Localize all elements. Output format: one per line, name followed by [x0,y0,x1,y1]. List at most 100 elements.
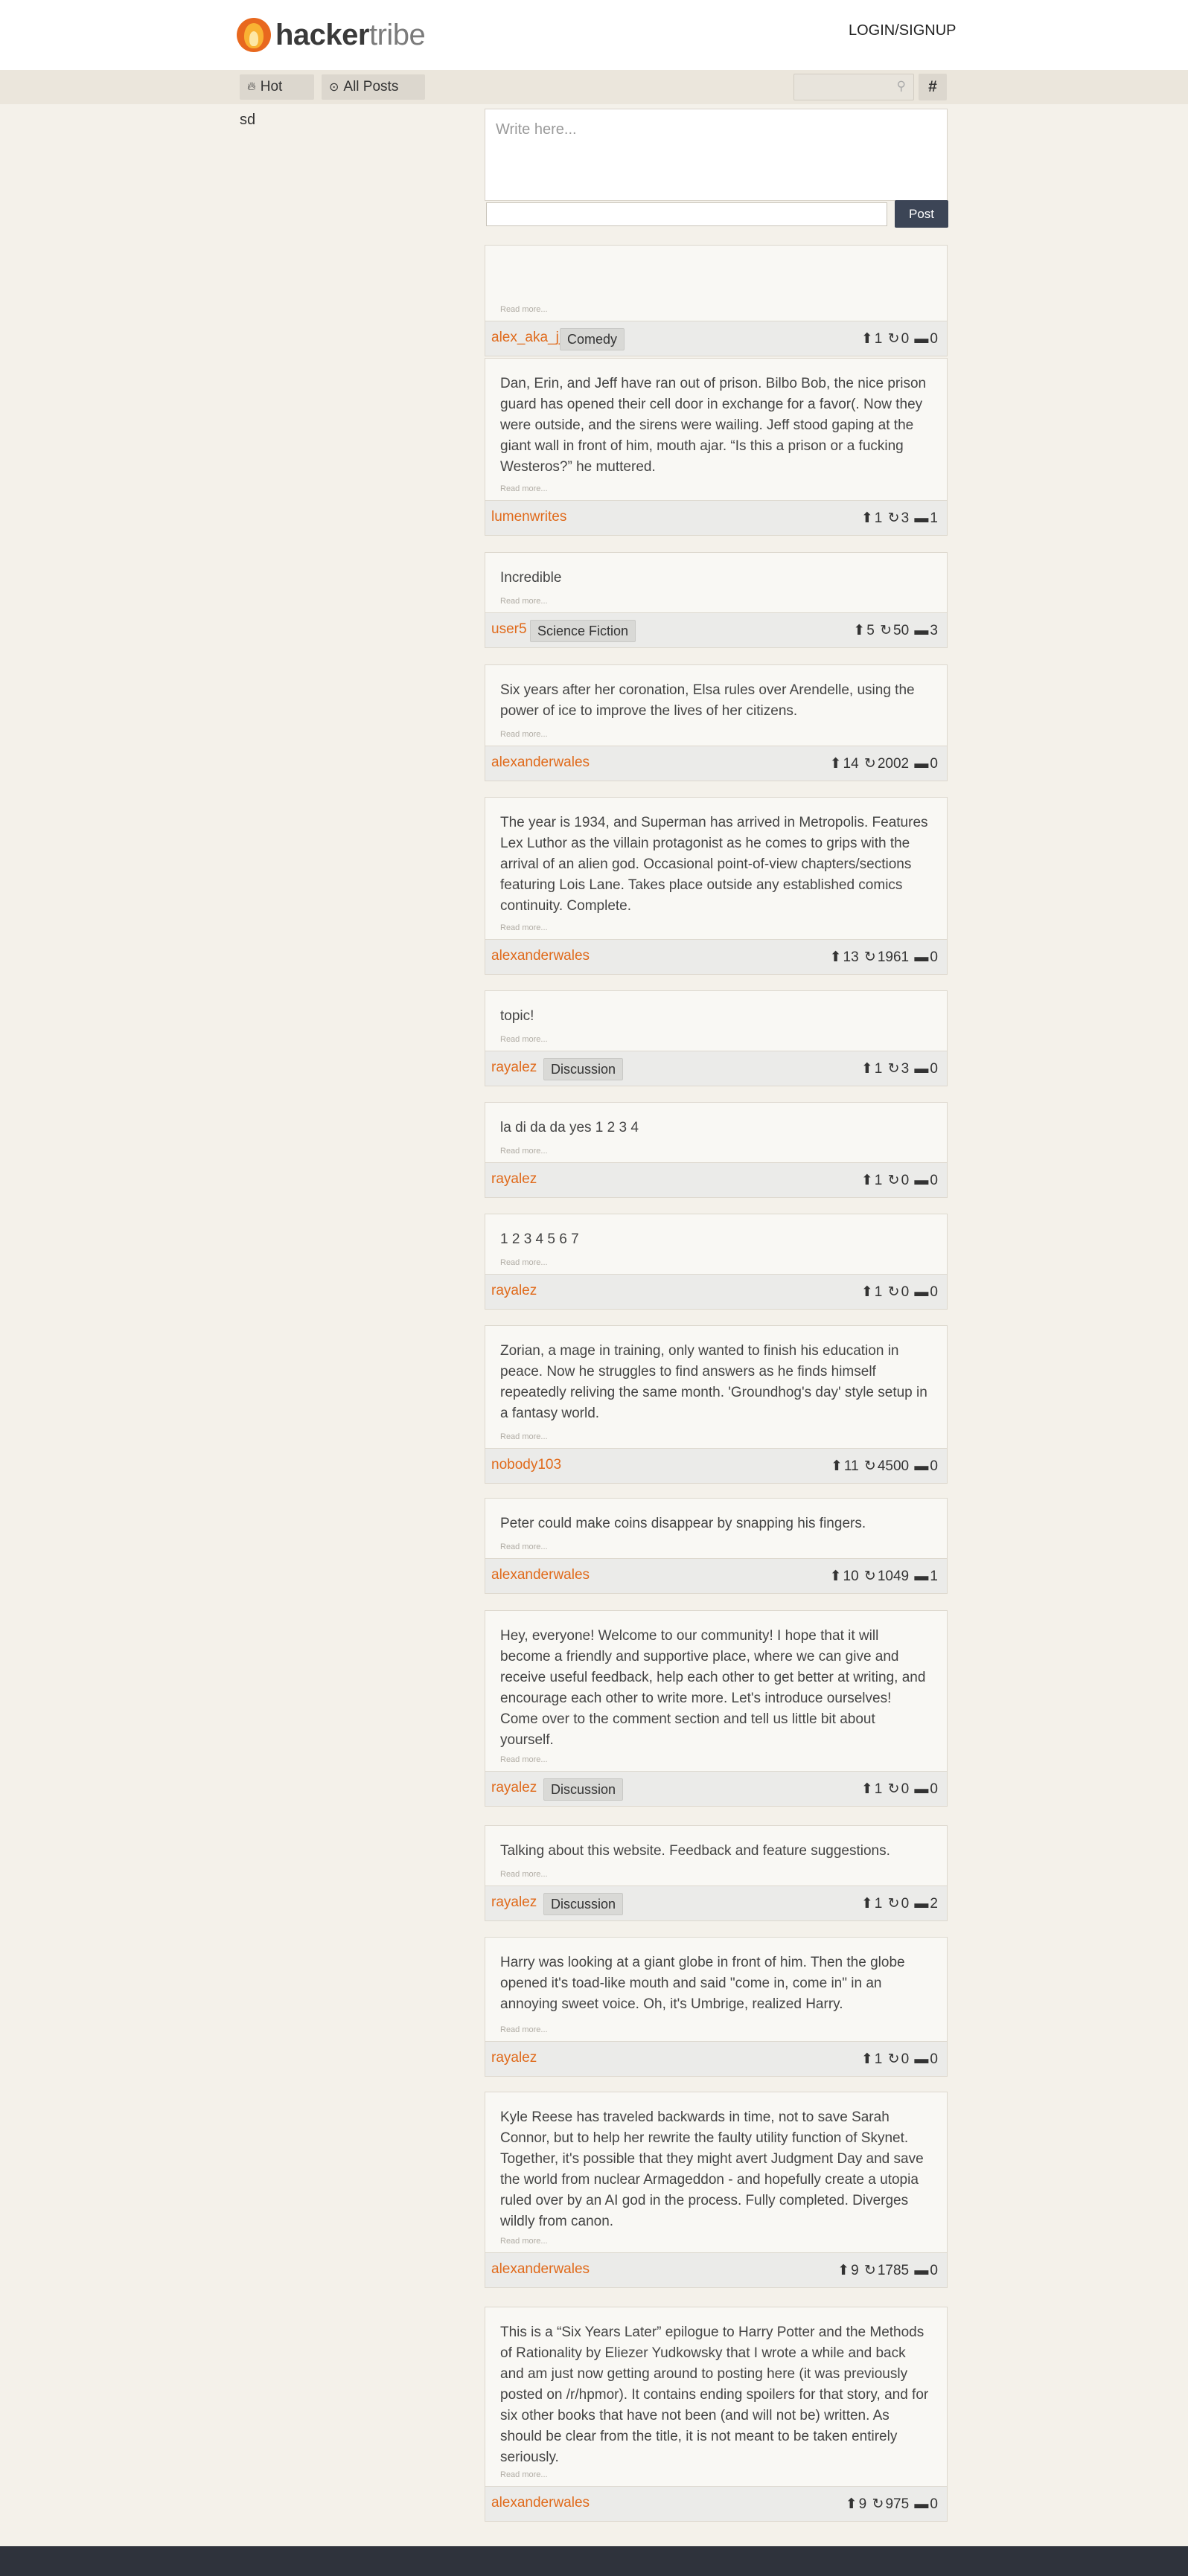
post-card[interactable]: Six years after her coronation, Elsa rul… [485,664,948,781]
comment-icon[interactable]: ▬ [910,949,928,965]
upvote-icon[interactable]: ⬆ [853,623,865,638]
post-tag[interactable]: Discussion [543,1893,624,1915]
comment-icon[interactable]: ▬ [910,1458,928,1474]
login-signup-link[interactable]: LOGIN/SIGNUP [849,22,956,39]
post-card[interactable]: Incredible Read more... user5 Science Ficti… [485,552,948,648]
post-card[interactable]: Peter could make coins disappear by snap… [485,1498,948,1594]
post-author-link[interactable]: lumenwrites [491,509,566,525]
comment-icon[interactable]: ▬ [910,331,928,347]
repost-icon[interactable]: ↻ [884,1061,900,1077]
post-author-link[interactable]: rayalez [491,2050,537,2066]
upvote-icon[interactable]: ⬆ [830,756,842,772]
upvote-icon[interactable]: ⬆ [830,949,842,965]
upvote-icon[interactable]: ⬆ [861,1173,873,1188]
hot-tab[interactable]: 🔥︎ Hot [240,74,314,100]
upvote-icon[interactable]: ⬆ [861,331,873,347]
post-author-link[interactable]: rayalez [491,1894,537,1911]
read-more-link[interactable]: Read more... [500,1432,548,1441]
post-author-link[interactable]: user5 [491,621,527,638]
read-more-link[interactable]: Read more... [500,1035,548,1044]
upvote-icon[interactable]: ⬆ [861,1284,873,1300]
read-more-link[interactable]: Read more... [500,597,548,606]
post-author-link[interactable]: rayalez [491,1060,537,1076]
repost-icon[interactable]: ↻ [884,1781,900,1797]
read-more-link[interactable]: Read more... [500,1542,548,1551]
comment-icon[interactable]: ▬ [910,756,928,772]
comment-icon[interactable]: ▬ [910,2263,928,2278]
read-more-link[interactable]: Read more... [500,1870,548,1879]
post-card[interactable]: la di da da yes 1 2 3 4 Read more... rayal… [485,1102,948,1198]
read-more-link[interactable]: Read more... [500,730,548,739]
all-posts-tab[interactable]: ⊙ All Posts [322,74,425,100]
comment-icon[interactable]: ▬ [910,1781,928,1797]
upvote-icon[interactable]: ⬆ [861,1896,873,1912]
post-author-link[interactable]: alexanderwales [491,1567,590,1583]
post-author-link[interactable]: alex_aka_jj [491,330,562,346]
post-author-link[interactable]: rayalez [491,1780,537,1796]
comment-icon[interactable]: ▬ [910,1173,928,1188]
post-author-link[interactable]: alexanderwales [491,2495,590,2511]
repost-icon[interactable]: ↻ [884,1173,900,1188]
comment-icon[interactable]: ▬ [910,1896,928,1912]
repost-icon[interactable]: ↻ [884,510,900,526]
repost-icon[interactable]: ↻ [884,331,900,347]
read-more-link[interactable]: Read more... [500,2025,548,2034]
upvote-icon[interactable]: ⬆ [846,2496,858,2512]
post-author-link[interactable]: alexanderwales [491,754,590,771]
post-card[interactable]: Hey, everyone! Welcome to our community!… [485,1610,948,1807]
hashtag-button[interactable]: # [919,74,947,100]
repost-icon[interactable]: ↻ [860,2263,876,2278]
upvote-icon[interactable]: ⬆ [861,1781,873,1797]
read-more-link[interactable]: Read more... [500,2470,548,2479]
repost-icon[interactable]: ↻ [860,949,876,965]
post-author-link[interactable]: nobody103 [491,1457,561,1473]
read-more-link[interactable]: Read more... [500,1258,548,1267]
comment-icon[interactable]: ▬ [910,1284,928,1300]
repost-icon[interactable]: ↻ [876,623,892,638]
post-tag[interactable]: Discussion [543,1778,624,1801]
comment-icon[interactable]: ▬ [910,2496,928,2512]
upvote-icon[interactable]: ⬆ [861,2051,873,2067]
post-tag[interactable]: Comedy [560,328,625,350]
comment-icon[interactable]: ▬ [910,2051,928,2067]
search-input[interactable]: ⚲ [793,74,914,100]
post-card[interactable]: Dan, Erin, and Jeff have ran out of pris… [485,358,948,536]
post-author-link[interactable]: rayalez [491,1283,537,1299]
comment-icon[interactable]: ▬ [910,1061,928,1077]
post-tag[interactable]: Discussion [543,1058,624,1080]
upvote-icon[interactable]: ⬆ [861,510,873,526]
post-card[interactable]: Zorian, a mage in training, only wanted … [485,1325,948,1484]
post-card[interactable]: Talking about this website. Feedback and… [485,1825,948,1921]
post-card[interactable]: topic! Read more... rayalez Discussion ⬆ 1 ↻ 3… [485,990,948,1086]
repost-icon[interactable]: ↻ [884,2051,900,2067]
repost-icon[interactable]: ↻ [884,1896,900,1912]
post-card[interactable]: Read more... alex_aka_jj Comedy ⬆ 1 ↻ 0 ▬ 0 [485,245,948,356]
post-card[interactable]: 1 2 3 4 5 6 7 Read more... rayalez ⬆ 1 ↻ 0 ▬ 0 [485,1214,948,1310]
comment-icon[interactable]: ▬ [910,510,928,526]
repost-icon[interactable]: ↻ [860,1569,876,1584]
site-logo[interactable]: hackertribe [237,17,426,53]
upvote-icon[interactable]: ⬆ [831,1458,843,1474]
post-card[interactable]: Harry was looking at a giant globe in fr… [485,1937,948,2077]
upvote-icon[interactable]: ⬆ [861,1061,873,1077]
read-more-link[interactable]: Read more... [500,1755,548,1764]
post-author-link[interactable]: alexanderwales [491,948,590,964]
post-button[interactable]: Post [895,200,948,228]
comment-icon[interactable]: ▬ [910,623,928,638]
post-title-input[interactable] [486,202,887,226]
upvote-icon[interactable]: ⬆ [830,1569,842,1584]
post-author-link[interactable]: rayalez [491,1171,537,1188]
post-card[interactable]: This is a “Six Years Later” epilogue to … [485,2307,948,2522]
repost-icon[interactable]: ↻ [860,1458,876,1474]
post-tag[interactable]: Science Fiction [530,620,636,642]
post-card[interactable]: The year is 1934, and Superman has arriv… [485,797,948,975]
post-card[interactable]: Kyle Reese has traveled backwards in tim… [485,2092,948,2288]
repost-icon[interactable]: ↻ [860,756,876,772]
read-more-link[interactable]: Read more... [500,305,548,314]
read-more-link[interactable]: Read more... [500,2237,548,2246]
post-body-textarea[interactable]: Write here... [485,109,948,201]
repost-icon[interactable]: ↻ [884,1284,900,1300]
post-author-link[interactable]: alexanderwales [491,2261,590,2278]
repost-icon[interactable]: ↻ [868,2496,884,2512]
comment-icon[interactable]: ▬ [910,1569,928,1584]
